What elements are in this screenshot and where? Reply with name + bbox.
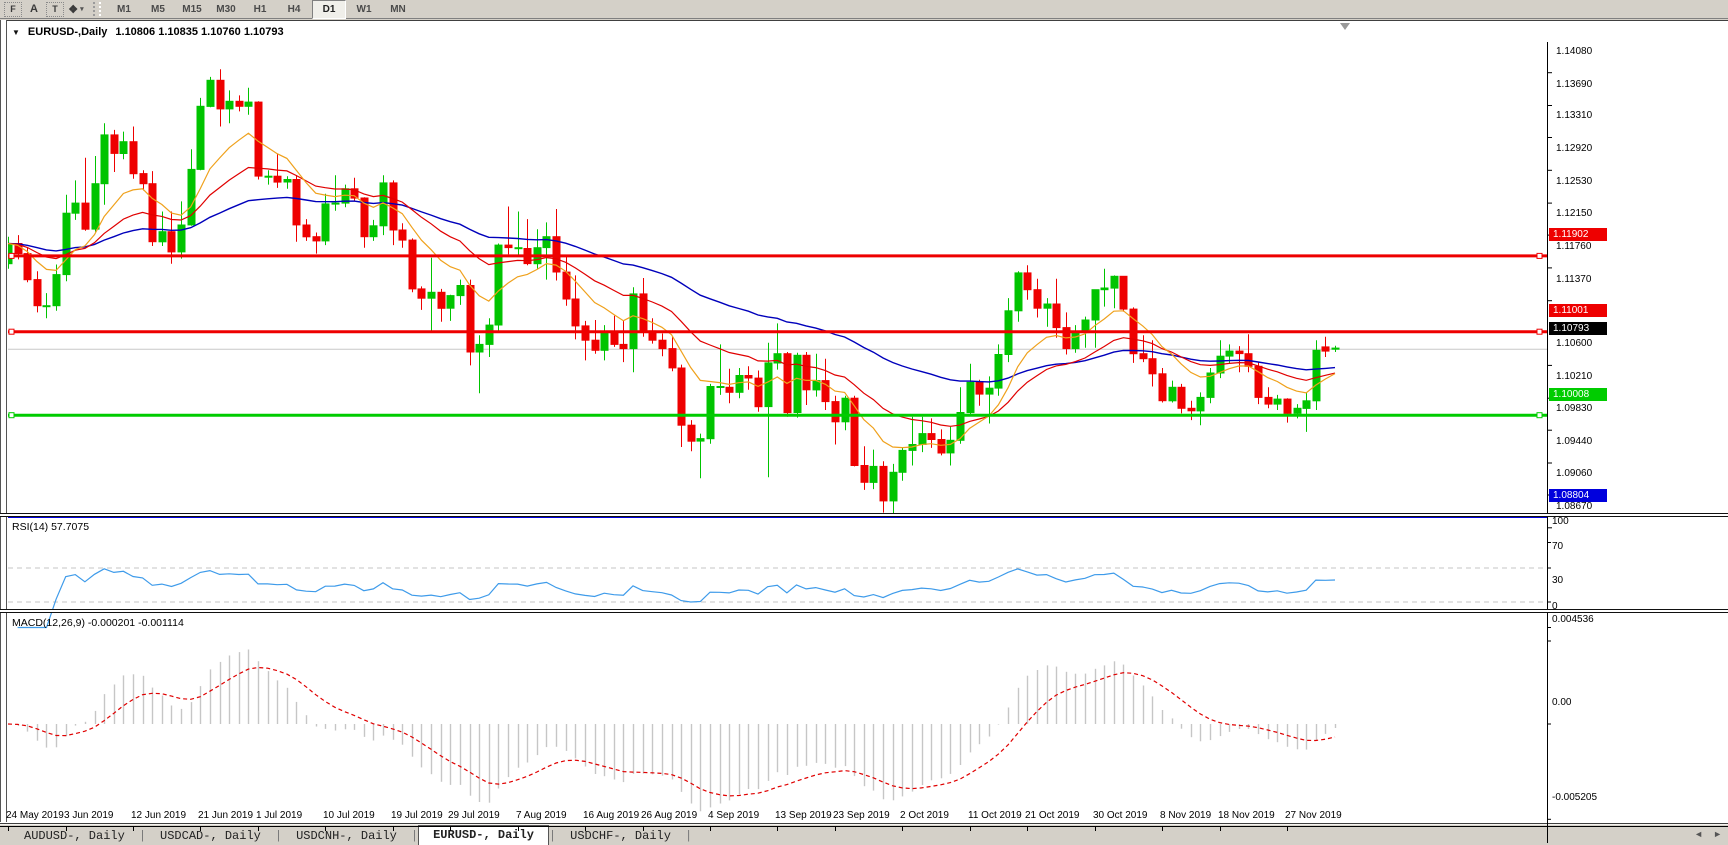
tab-scroll-left-icon[interactable]: ◄ [1694,828,1703,840]
chart-canvas[interactable] [0,21,1728,845]
price-tick-label: 1.12920 [1556,143,1592,154]
level-price-label[interactable]: 1.08804 [1549,489,1607,502]
pane-divider-rsi[interactable] [0,513,1728,517]
level-price-label[interactable]: 1.11001 [1549,304,1607,317]
date-axis-label[interactable]: 13 Sep 2019 [775,810,832,821]
timeframe-button-d1[interactable]: D1 [312,0,346,19]
price-tick-label: 1.14080 [1556,46,1592,57]
rsi-indicator-label: RSI(14) 57.7075 [12,521,89,533]
timeframe-button-mn[interactable]: MN [382,1,414,18]
date-axis-label[interactable]: 3 Jun 2019 [64,810,114,821]
timeframe-button-m15[interactable]: M15 [176,1,208,18]
date-axis-label[interactable]: 8 Nov 2019 [1160,810,1211,821]
price-tick-label: 1.12530 [1556,176,1592,187]
fibonacci-icon[interactable]: F [4,2,22,17]
macd-indicator-label: MACD(12,26,9) -0.000201 -0.001114 [12,617,184,629]
timeframe-button-m1[interactable]: M1 [108,1,140,18]
date-axis-label[interactable]: 1 Jul 2019 [256,810,302,821]
date-axis-label[interactable]: 7 Aug 2019 [516,810,567,821]
line-handle[interactable] [1537,253,1542,258]
label-icon[interactable]: T [46,2,64,17]
moving-average-line [8,168,1335,427]
date-axis-label[interactable]: 26 Aug 2019 [641,810,697,821]
price-tick-label: 1.13690 [1556,79,1592,90]
macd-tick-label: -0.005205 [1552,792,1597,803]
price-tick-label: 1.11370 [1556,274,1591,285]
date-axis-label[interactable]: 27 Nov 2019 [1285,810,1342,821]
price-tick-label: 1.12150 [1556,208,1592,219]
tab-scroll-right-icon[interactable]: ► [1713,828,1722,840]
line-handle[interactable] [1537,329,1542,334]
tab-scroll-buttons: ◄ ► [1694,828,1722,840]
window-left-border [0,20,7,822]
date-axis-label[interactable]: 18 Nov 2019 [1218,810,1275,821]
chart-window [0,20,1728,823]
price-tick-label: 1.13310 [1556,110,1592,121]
toolbar-grip[interactable] [93,2,101,16]
price-tick-label: 1.11760 [1556,241,1591,252]
line-handle[interactable] [9,329,14,334]
chart-shift-marker-icon[interactable] [1340,23,1350,30]
shapes-icon[interactable]: ❖▾ [66,1,86,17]
date-axis-label[interactable]: 4 Sep 2019 [708,810,759,821]
date-axis-label[interactable]: 23 Sep 2019 [833,810,890,821]
text-icon[interactable]: A [24,1,44,17]
timeframe-button-m5[interactable]: M5 [142,1,174,18]
price-tick-label: 1.09060 [1556,468,1592,479]
line-handle[interactable] [9,413,14,418]
timeframe-button-w1[interactable]: W1 [348,1,380,18]
date-axis-label[interactable]: 16 Aug 2019 [583,810,639,821]
date-axis-label[interactable]: 30 Oct 2019 [1093,810,1147,821]
date-axis-label[interactable]: 2 Oct 2019 [900,810,949,821]
macd-signal-line [8,668,1335,796]
chart-symbol-label: EURUSD-,Daily [28,26,107,38]
rsi-line [18,569,1335,628]
level-price-label[interactable]: 1.10008 [1549,388,1607,401]
rsi-pane[interactable] [8,568,1547,628]
macd-tick-label: 0.00 [1552,697,1571,708]
line-handle[interactable] [1537,413,1542,418]
dropdown-arrow-icon[interactable]: ▾ [80,5,84,13]
date-axis-label[interactable]: 21 Jun 2019 [198,810,253,821]
line-handle[interactable] [9,253,14,258]
collapse-arrow-icon[interactable]: ▼ [12,28,20,37]
rsi-tick-label: 30 [1552,575,1563,586]
date-axis-label[interactable]: 11 Oct 2019 [968,810,1022,821]
date-axis-label[interactable]: 29 Jul 2019 [448,810,500,821]
timeframe-button-m30[interactable]: M30 [210,1,242,18]
chart-title[interactable]: ▼ EURUSD-,Daily 1.10806 1.10835 1.10760 … [12,26,284,38]
moving-average-line [8,133,1335,447]
current-price-label: 1.10793 [1549,322,1607,335]
pane-divider-macd[interactable] [0,609,1728,613]
macd-tick-label: 0.004536 [1552,614,1594,625]
price-tick-label: 1.08670 [1556,501,1592,512]
timeframe-button-h1[interactable]: H1 [244,1,276,18]
level-price-label[interactable]: 1.11902 [1549,228,1607,241]
rsi-tick-label: 100 [1552,516,1569,527]
price-tick-label: 1.09440 [1556,436,1592,447]
price-tick-label: 1.10600 [1556,338,1592,349]
date-axis-label[interactable]: 24 May 2019 [6,810,64,821]
main-price-pane[interactable] [5,69,1547,517]
chart-ohlc-values: 1.10806 1.10835 1.10760 1.10793 [115,26,283,38]
date-axis-label[interactable]: 19 Jul 2019 [391,810,443,821]
mt4-application: FAT❖▾ M1M5M15M30H1H4D1W1MN ▼ EURUSD-,Dail… [0,0,1728,845]
price-tick-label: 1.09830 [1556,403,1592,414]
toolbar: FAT❖▾ M1M5M15M30H1H4D1W1MN [0,0,1728,19]
date-axis-label[interactable]: 21 Oct 2019 [1025,810,1079,821]
timeframe-button-h4[interactable]: H4 [278,1,310,18]
rsi-tick-label: 70 [1552,541,1563,552]
date-axis-label[interactable]: 10 Jul 2019 [323,810,375,821]
date-axis-label[interactable]: 12 Jun 2019 [131,810,186,821]
macd-pane[interactable] [8,650,1336,812]
price-tick-label: 1.10210 [1556,371,1592,382]
